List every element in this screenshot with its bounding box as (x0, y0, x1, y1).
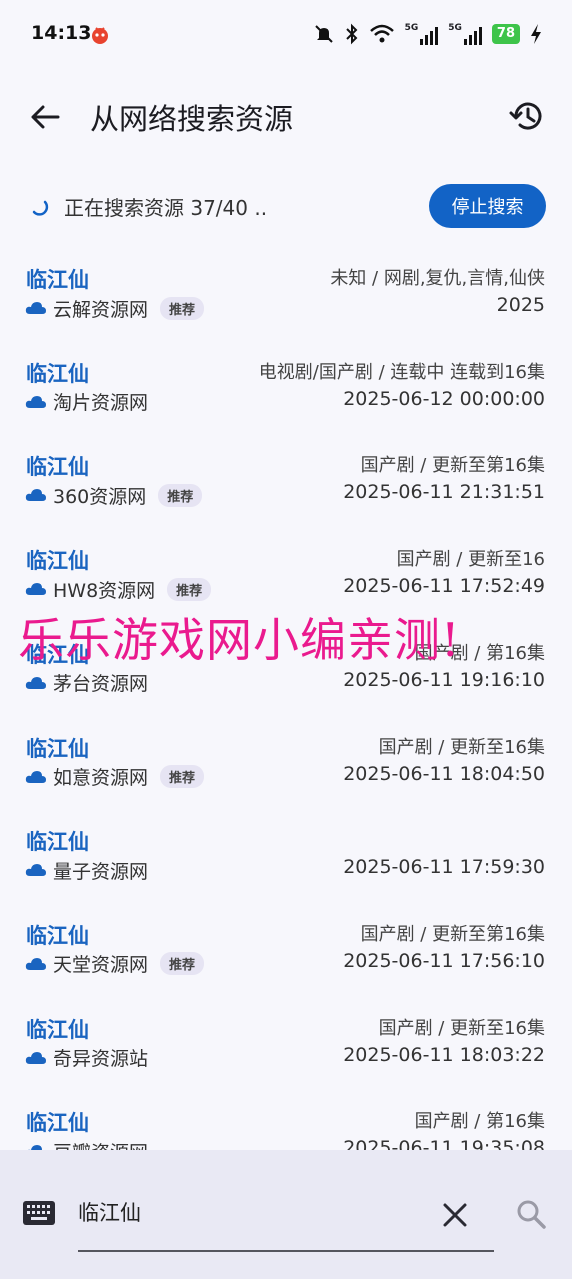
result-title: 临江仙 (26, 923, 89, 948)
result-source: 天堂资源网 推荐 (25, 950, 205, 978)
search-status: 正在搜索资源 37/40 .. 停止搜索 (0, 182, 572, 232)
top-app-bar: 从网络搜索资源 (0, 80, 572, 152)
recommend-badge: 推荐 (158, 483, 203, 507)
recommend-badge: 推荐 (160, 765, 205, 788)
result-title: 临江仙 (26, 736, 89, 761)
result-meta: 国产剧 / 更新至16集 (378, 1017, 545, 1039)
result-title: 临江仙 (26, 361, 89, 386)
source-name: 云解资源网 (53, 298, 149, 321)
result-meta: 国产剧 / 第16集 (414, 1111, 545, 1133)
cloud-icon (25, 676, 46, 689)
result-row[interactable]: 临江仙 国产剧 / 更新至16集如意资源网 推荐 2025-06-11 18:04:5… (0, 719, 572, 809)
source-name: 天堂资源网 (53, 954, 149, 977)
result-row[interactable]: 临江仙 国产剧 / 更新至第16集 360资源网 推荐 2025-06-11 21:31… (0, 437, 572, 527)
result-title: 临江仙 (26, 1111, 89, 1136)
result-meta: 国产剧 / 第16集 (414, 642, 545, 664)
result-source: 淘片资源网 (25, 388, 148, 416)
result-date: 2025 (496, 294, 545, 316)
signal-1-icon: 5G (405, 23, 439, 45)
result-row[interactable]: 临江仙 电视剧/国产剧 / 连载中 连载到16集淘片资源网 2025-06-12 0… (0, 344, 572, 434)
result-date: 2025-06-11 19:16:10 (343, 668, 545, 691)
result-meta: 国产剧 / 更新至第16集 (360, 923, 545, 945)
result-meta: 未知 / 网剧,复仇,言情,仙侠 (330, 268, 545, 289)
battery-indicator: 78 (491, 24, 520, 44)
cloud-icon (25, 770, 46, 783)
history-icon[interactable] (508, 97, 546, 135)
cloud-icon (25, 1051, 46, 1064)
result-source: 云解资源网 推荐 (25, 294, 205, 322)
wifi-icon (369, 24, 394, 43)
result-source: HW8资源网 推荐 (25, 575, 212, 603)
close-icon[interactable] (440, 1200, 470, 1230)
charging-icon (531, 24, 541, 44)
bottom-search-bar (0, 1150, 572, 1279)
result-date: 2025-06-11 17:52:49 (343, 575, 545, 598)
result-meta: 国产剧 / 更新至16集 (378, 736, 545, 758)
search-input[interactable] (78, 1190, 494, 1234)
search-progress-text: 正在搜索资源 37/40 .. (64, 196, 268, 220)
search-input-underline (78, 1250, 494, 1252)
recommend-badge: 推荐 (160, 296, 205, 320)
stop-search-button[interactable]: 停止搜索 (429, 184, 546, 228)
search-icon[interactable] (515, 1198, 547, 1230)
result-meta: 国产剧 / 更新至16 (396, 549, 545, 571)
result-row[interactable]: 临江仙 国产剧 / 更新至16集奇异资源站 2025-06-11 18:03:22 (0, 1000, 572, 1090)
keyboard-icon[interactable] (22, 1200, 56, 1226)
result-date: 2025-06-11 18:03:22 (343, 1043, 545, 1066)
result-source: 如意资源网 推荐 (25, 763, 205, 791)
result-source: 茅台资源网 (25, 669, 148, 697)
cloud-icon (25, 489, 46, 502)
result-title: 临江仙 (26, 455, 89, 480)
result-row[interactable]: 临江仙 国产剧 / 第16集茅台资源网 2025-06-11 19:16:10 (0, 625, 572, 715)
source-name: 茅台资源网 (53, 673, 149, 696)
result-row[interactable]: 临江仙 未知 / 网剧,复仇,言情,仙侠云解资源网 推荐 2025 (0, 250, 572, 340)
status-bar: 14:13 5G 5G 78 (0, 0, 572, 68)
result-title: 临江仙 (26, 642, 89, 667)
recommend-badge: 推荐 (160, 952, 205, 976)
status-icons: 5G 5G 78 (313, 20, 542, 48)
result-title: 临江仙 (26, 830, 89, 855)
source-name: 如意资源网 (53, 767, 149, 789)
result-date: 2025-06-11 21:31:51 (343, 481, 545, 504)
back-arrow-icon[interactable] (26, 98, 64, 136)
result-title: 临江仙 (26, 268, 89, 292)
result-source: 豆瓣资源网 (25, 1137, 148, 1150)
cloud-icon (25, 957, 46, 970)
result-title: 临江仙 (26, 549, 89, 574)
result-source: 360资源网 推荐 (25, 481, 203, 509)
source-name: 奇异资源站 (53, 1048, 149, 1071)
recommend-badge: 推荐 (167, 577, 212, 601)
result-meta: 电视剧/国产剧 / 连载中 连载到16集 (258, 361, 545, 383)
results-list: 临江仙 未知 / 网剧,复仇,言情,仙侠 云解资源网 推荐 2025 临江仙 电视剧/国产剧… (0, 250, 572, 1150)
signal-2-icon: 5G (448, 23, 482, 45)
result-date: 2025-06-11 17:56:10 (343, 949, 545, 972)
page-title: 从网络搜索资源 (90, 102, 294, 136)
cloud-icon (25, 395, 46, 408)
cloud-icon (25, 302, 46, 314)
status-time: 14:13 (31, 22, 92, 44)
result-date: 2025-06-11 19:35:08 (343, 1137, 545, 1150)
mute-icon (314, 25, 333, 43)
source-name: 量子资源网 (53, 860, 149, 883)
result-row[interactable]: 临江仙 国产剧 / 更新至16 HW8资源网 推荐 2025-06-11 17:52:4… (0, 531, 572, 621)
result-meta: 国产剧 / 更新至第16集 (360, 455, 545, 477)
source-name: 淘片资源网 (53, 392, 149, 415)
result-date: 2025-06-11 18:04:50 (343, 762, 545, 785)
source-name: 360资源网 (53, 485, 147, 508)
source-name: HW8资源网 (53, 579, 156, 602)
cloud-icon (25, 583, 46, 596)
result-date: 2025-06-11 17:59:30 (343, 856, 545, 879)
loading-spinner-icon (32, 200, 49, 216)
result-source: 量子资源网 (25, 856, 148, 884)
result-date: 2025-06-12 00:00:00 (343, 387, 545, 410)
cloud-icon (25, 864, 46, 877)
app-notification-icon (92, 27, 108, 44)
result-title: 临江仙 (26, 1017, 89, 1042)
result-row[interactable]: 临江仙 国产剧 / 更新至第16集天堂资源网 推荐 2025-06-11 17:56:… (0, 906, 572, 996)
source-name: 豆瓣资源网 (53, 1138, 148, 1150)
result-row[interactable]: 临江仙 国产剧 / 第16集豆瓣资源网 2025-06-11 19:35:08 (0, 1093, 572, 1150)
bluetooth-icon (345, 23, 358, 45)
result-source: 奇异资源站 (25, 1044, 148, 1072)
result-row[interactable]: 临江仙量子资源网 2025-06-11 17:59:30 (0, 812, 572, 902)
